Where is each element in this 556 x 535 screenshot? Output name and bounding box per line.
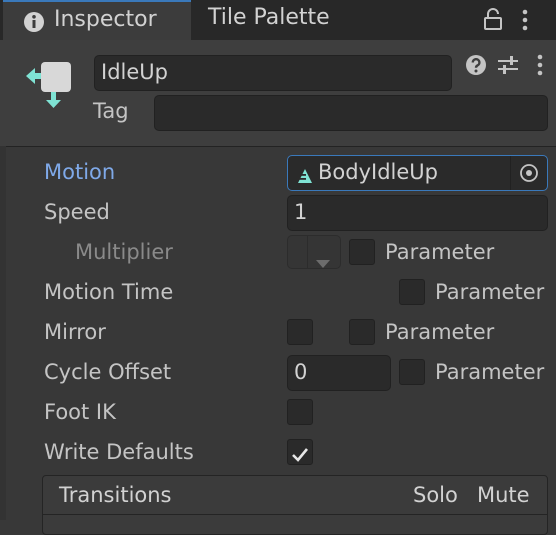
write-defaults-label: Write Defaults [44, 440, 194, 464]
mirror-checkbox[interactable] [287, 319, 313, 345]
animator-state-icon [22, 60, 74, 115]
cycle-offset-parameter-toggle[interactable] [399, 359, 425, 385]
speed-value: 1 [294, 200, 308, 224]
cycle-offset-label: Cycle Offset [44, 360, 172, 384]
motion-value: BodyIdleUp [318, 160, 438, 184]
multiplier-label: Multiplier [75, 240, 173, 264]
cycle-offset-parameter-label: Parameter [435, 360, 545, 384]
tab-bar: Inspector Tile Palette [0, 0, 556, 40]
animation-clip-icon [297, 165, 313, 189]
transitions-header: Transitions Solo Mute [43, 476, 547, 515]
tab-tile-palette[interactable]: Tile Palette [192, 0, 362, 40]
multiplier-parameter-toggle[interactable] [349, 239, 375, 265]
cycle-offset-input[interactable]: 0 [287, 355, 391, 391]
chevron-down-icon [316, 249, 330, 273]
inspector-header: IdleUp Tag [0, 40, 556, 147]
write-defaults-checkbox[interactable] [287, 439, 313, 465]
tab-inspector[interactable]: Inspector [3, 0, 191, 40]
motion-picker-divider [510, 156, 511, 190]
transitions-title: Transitions [59, 483, 172, 507]
motion-object-field[interactable]: BodyIdleUp [287, 155, 548, 191]
speed-label: Speed [44, 200, 110, 224]
cycle-offset-value: 0 [294, 360, 308, 384]
panel-edge [0, 146, 6, 520]
multiplier-parameter-label: Parameter [385, 240, 495, 264]
tab-tile-palette-label: Tile Palette [208, 5, 330, 30]
mirror-parameter-label: Parameter [385, 320, 495, 344]
lock-icon[interactable] [484, 8, 502, 35]
foot-ik-checkbox[interactable] [287, 399, 313, 425]
info-icon [23, 11, 45, 38]
mirror-label: Mirror [44, 320, 106, 344]
object-picker-icon[interactable] [519, 163, 539, 188]
checkmark-icon [291, 444, 309, 468]
tag-input[interactable] [154, 95, 548, 131]
state-name-input[interactable]: IdleUp [94, 55, 452, 91]
transitions-list: Transitions Solo Mute [42, 475, 548, 535]
motion-time-label: Motion Time [44, 280, 174, 304]
presets-sliders-icon[interactable] [497, 54, 519, 81]
solo-header: Solo [413, 483, 458, 507]
component-menu-icon[interactable] [536, 54, 544, 81]
mirror-parameter-toggle[interactable] [349, 319, 375, 345]
foot-ik-label: Foot IK [44, 400, 116, 424]
speed-input[interactable]: 1 [287, 195, 548, 231]
tag-label: Tag [93, 99, 129, 123]
mute-header: Mute [477, 483, 530, 507]
state-name-value: IdleUp [101, 60, 168, 84]
kebab-menu-icon[interactable] [521, 9, 529, 36]
multiplier-dropdown[interactable] [287, 235, 341, 269]
tab-inspector-label: Inspector [54, 7, 157, 32]
motion-time-parameter-toggle[interactable] [399, 279, 425, 305]
motion-label: Motion [44, 160, 116, 184]
motion-time-parameter-label: Parameter [435, 280, 545, 304]
help-icon[interactable] [465, 54, 487, 81]
dropdown-divider [307, 236, 308, 268]
